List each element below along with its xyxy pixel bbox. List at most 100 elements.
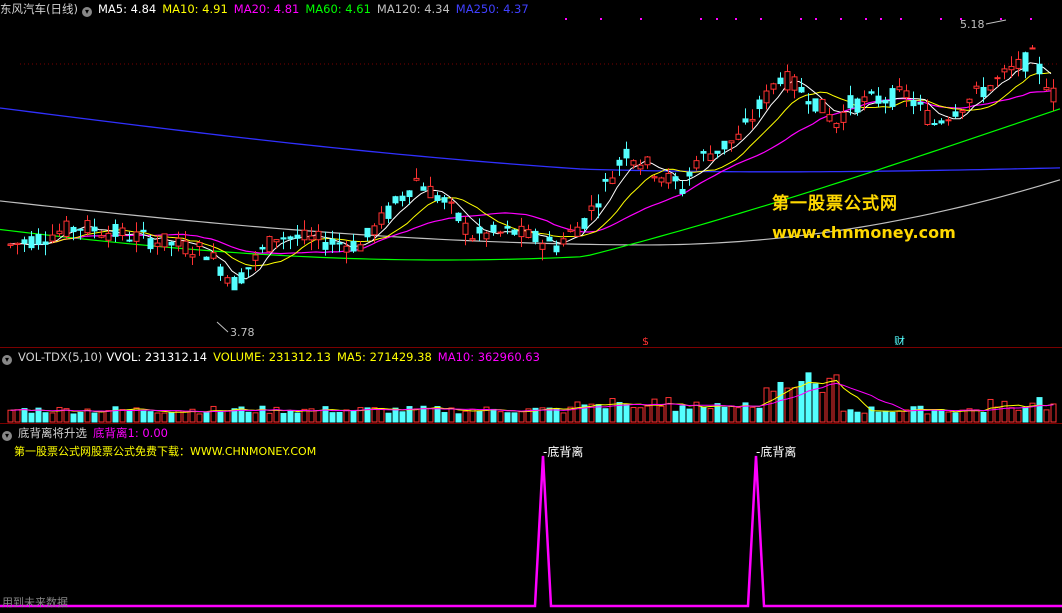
volume-bar bbox=[21, 408, 28, 423]
candle-body bbox=[994, 77, 1001, 80]
candle-body bbox=[273, 239, 280, 243]
indicator-name[interactable]: 底背离将升选 bbox=[18, 426, 87, 440]
candle-body bbox=[931, 123, 938, 126]
volume-bar bbox=[252, 412, 259, 423]
volume-bar bbox=[77, 411, 84, 423]
price-chart[interactable]: 5.18 3.78 $ 财 bbox=[0, 0, 1062, 345]
candle-body bbox=[224, 277, 231, 284]
top-marker bbox=[700, 18, 702, 20]
volume-bar bbox=[385, 412, 392, 423]
candle-body bbox=[14, 242, 21, 245]
volume-bar bbox=[931, 410, 938, 423]
volume-bar bbox=[504, 412, 511, 423]
volume-chart[interactable] bbox=[0, 364, 1062, 424]
candle-body bbox=[889, 88, 896, 107]
candle-body bbox=[231, 276, 238, 291]
candle-body bbox=[385, 205, 392, 219]
candle-body bbox=[875, 95, 882, 104]
volume-bar bbox=[1015, 409, 1022, 423]
candle-body bbox=[49, 234, 56, 242]
candle-body bbox=[308, 235, 315, 241]
volume-bar bbox=[882, 410, 889, 423]
candle-body bbox=[693, 160, 700, 169]
candle-body bbox=[854, 98, 861, 113]
candle-body bbox=[721, 140, 728, 150]
volume-bar bbox=[322, 406, 329, 423]
candle-body bbox=[287, 236, 294, 240]
candle-body bbox=[938, 120, 945, 124]
candle-body bbox=[119, 227, 126, 237]
candle-body bbox=[665, 172, 672, 184]
candle-body bbox=[945, 119, 952, 122]
volume-bar bbox=[70, 413, 77, 423]
volume-bar bbox=[98, 411, 105, 423]
volume-bar bbox=[735, 407, 742, 423]
candle-body bbox=[70, 226, 77, 233]
volume-bar bbox=[168, 412, 175, 423]
candle-body bbox=[896, 86, 903, 91]
candle-body bbox=[42, 241, 49, 245]
candle-body bbox=[483, 232, 490, 240]
volume-bar bbox=[847, 409, 854, 423]
indicator-chart[interactable]: -底背离 -底背离 bbox=[0, 441, 1062, 613]
volume-bar bbox=[490, 408, 497, 423]
volume-bar bbox=[182, 411, 189, 423]
candle-body bbox=[210, 252, 217, 259]
candle-body bbox=[595, 203, 602, 208]
candle-body bbox=[532, 230, 539, 243]
volume-bar bbox=[973, 409, 980, 423]
candle-body bbox=[791, 76, 798, 91]
volume-bar bbox=[637, 407, 644, 423]
volume-bar bbox=[959, 409, 966, 423]
divergence-label-1: -底背离 bbox=[543, 444, 583, 459]
candle-body bbox=[861, 96, 868, 103]
candle-body bbox=[770, 83, 777, 90]
candle-body bbox=[434, 195, 441, 202]
candle-body bbox=[924, 109, 931, 125]
volume-bar bbox=[427, 408, 434, 423]
volume-bar bbox=[42, 412, 49, 423]
volume-bar bbox=[574, 401, 581, 423]
candle-body bbox=[784, 71, 791, 91]
candle-body bbox=[525, 229, 532, 238]
candle-body bbox=[588, 205, 595, 211]
candle-body bbox=[35, 234, 42, 245]
candle-body bbox=[1043, 87, 1050, 91]
volume-bar bbox=[336, 412, 343, 423]
candle-body bbox=[259, 246, 266, 250]
volume-bar bbox=[1022, 406, 1029, 423]
candle-body bbox=[658, 177, 665, 183]
settings-circle-icon[interactable]: ▾ bbox=[2, 431, 12, 441]
candle-body bbox=[7, 243, 14, 246]
candle-body bbox=[63, 220, 70, 237]
volume-bar bbox=[924, 413, 931, 423]
volume-bar bbox=[280, 412, 287, 423]
high-price-label: 5.18 bbox=[960, 18, 985, 31]
top-marker bbox=[716, 18, 718, 20]
candle-body bbox=[189, 254, 196, 258]
candle-body bbox=[511, 229, 518, 235]
volume-bar bbox=[343, 409, 350, 423]
candle-body bbox=[98, 235, 105, 238]
volume-bar bbox=[854, 411, 861, 423]
candle-body bbox=[833, 122, 840, 129]
candle-body bbox=[602, 178, 609, 182]
candle-body bbox=[504, 226, 511, 229]
volume-ma5-line bbox=[10, 379, 1054, 413]
candle-body bbox=[966, 98, 973, 104]
vol-name[interactable]: VOL-TDX(5,10) bbox=[18, 350, 102, 364]
top-marker bbox=[1030, 18, 1032, 20]
candle-body bbox=[133, 231, 140, 242]
volume-bar bbox=[140, 410, 147, 423]
volume-bar bbox=[889, 411, 896, 423]
candle-body bbox=[1008, 65, 1015, 71]
volume-bar bbox=[350, 410, 357, 423]
candle-body bbox=[1029, 47, 1036, 50]
volume-bar bbox=[917, 405, 924, 423]
candle-body bbox=[742, 118, 749, 123]
candle-body bbox=[399, 195, 406, 202]
volume-bar bbox=[210, 405, 217, 423]
candle-body bbox=[315, 230, 322, 241]
volume-bar bbox=[49, 412, 56, 423]
candle-body bbox=[84, 220, 91, 234]
